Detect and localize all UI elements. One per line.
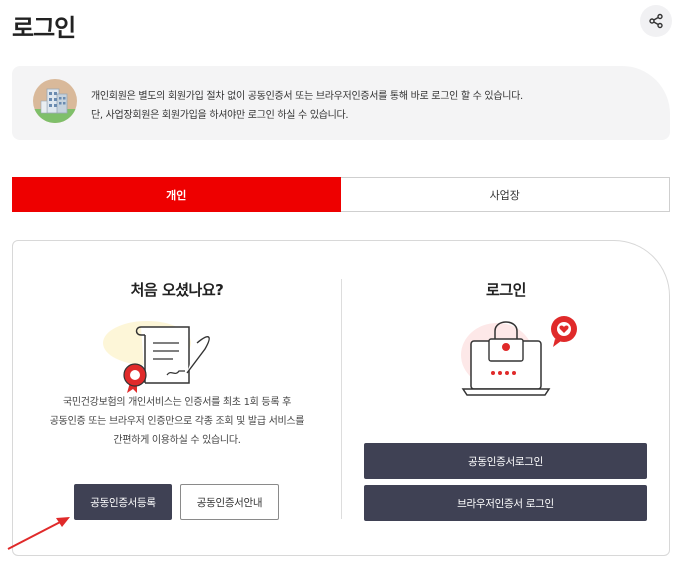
tab-individual[interactable]: 개인: [12, 177, 341, 212]
browser-certificate-login-button[interactable]: 브라우저인증서 로그인: [364, 485, 647, 521]
tab-business[interactable]: 사업장: [340, 177, 670, 212]
notice-box: 개인회원은 별도의 회원가입 절차 없이 공동인증서 또는 브라우저인증서를 통…: [12, 66, 670, 140]
page-title: 로그인: [12, 14, 76, 42]
register-certificate-button[interactable]: 공동인증서등록: [74, 484, 172, 520]
building-icon: [33, 79, 77, 123]
share-icon: [649, 13, 663, 29]
member-type-tabs: 개인 사업장: [12, 177, 670, 212]
joint-certificate-login-button[interactable]: 공동인증서로그인: [364, 443, 647, 479]
login-panel: 처음 오셨나요? 국민건강보험의 개인서비스는 인증서를 최초 1회 등록 후 …: [12, 240, 670, 556]
notice-line-1: 개인회원은 별도의 회원가입 절차 없이 공동인증서 또는 브라우저인증서를 통…: [91, 91, 523, 102]
service-description: 국민건강보험의 개인서비스는 인증서를 최초 1회 등록 후 공동인증 또는 브…: [27, 393, 327, 450]
description-line-1: 국민건강보험의 개인서비스는 인증서를 최초 1회 등록 후: [62, 397, 292, 408]
first-visit-title: 처음 오셨나요?: [130, 281, 224, 299]
notice-line-2: 단, 사업장회원은 회원가입을 하셔야만 로그인 하실 수 있습니다.: [91, 110, 349, 121]
laptop-lock-icon: [461, 316, 577, 396]
description-line-3: 간편하게 이용하실 수 있습니다.: [113, 435, 241, 446]
login-title: 로그인: [486, 281, 526, 299]
column-divider: [341, 279, 342, 519]
share-button[interactable]: [640, 5, 672, 37]
red-arrow-icon: [7, 517, 70, 550]
description-line-2: 공동인증 또는 브라우저 인증만으로 각종 조회 및 발급 서비스를: [49, 416, 305, 427]
certificate-icon: [103, 321, 210, 393]
certificate-guide-button[interactable]: 공동인증서안내: [180, 484, 279, 520]
